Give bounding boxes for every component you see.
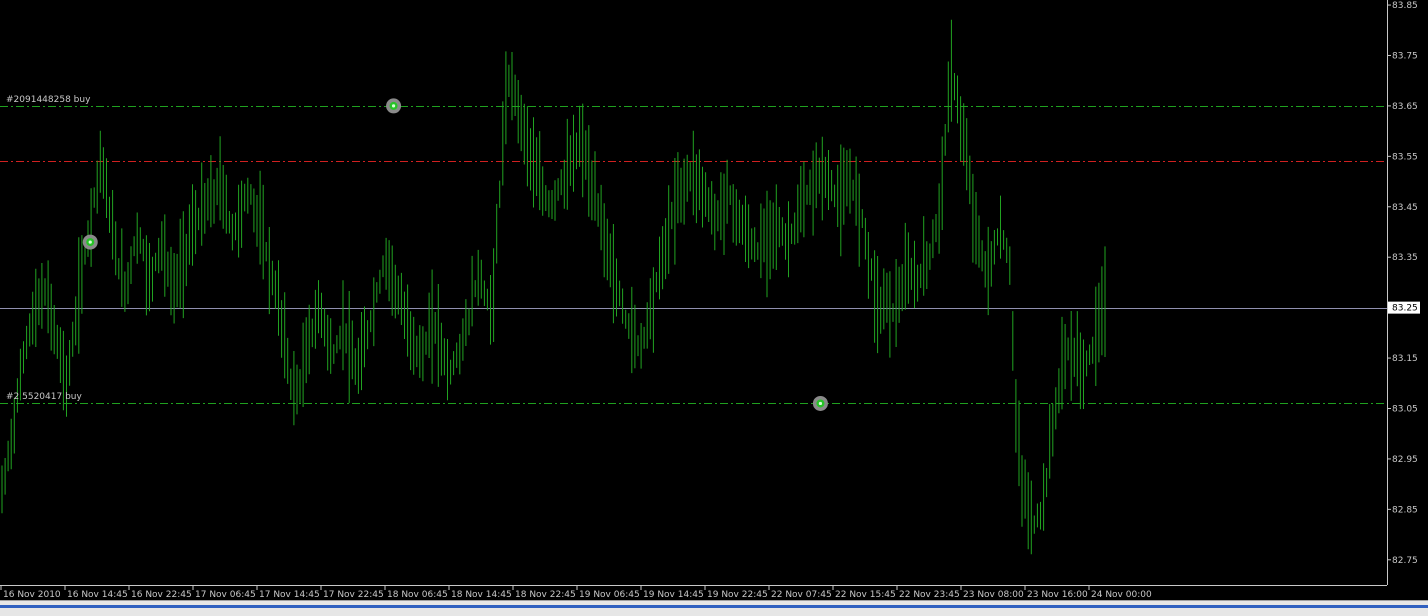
status-bar-strip <box>0 605 1428 608</box>
price-tick-label: 83.15 <box>1392 354 1418 364</box>
time-tick-label: 23 Nov 16:00 <box>1027 590 1088 600</box>
price-tick-label: 83.45 <box>1392 203 1418 213</box>
time-tick-label: 19 Nov 22:45 <box>707 590 768 600</box>
order-label-3: #2 5520417 buy <box>6 392 82 402</box>
time-tick-label: 23 Nov 08:00 <box>963 590 1024 600</box>
time-tick-label: 16 Nov 14:45 <box>67 590 128 600</box>
price-tick-label: 82.75 <box>1392 556 1418 566</box>
time-tick-label: 17 Nov 14:45 <box>259 590 320 600</box>
price-bars <box>1 19 1106 555</box>
time-tick-label: 22 Nov 07:45 <box>771 590 832 600</box>
time-tick-label: 16 Nov 22:45 <box>131 590 192 600</box>
trade-marker-center <box>818 401 823 406</box>
trade-marker-2 <box>812 395 828 411</box>
current-price-label: 83.25 <box>1392 304 1418 314</box>
time-tick-label: 18 Nov 22:45 <box>515 590 576 600</box>
time-tick-label: 17 Nov 22:45 <box>323 590 384 600</box>
order-label-0: #2091448258 buy <box>6 95 91 105</box>
axes <box>0 0 1388 586</box>
time-tick-label: 16 Nov 2010 <box>3 590 61 600</box>
time-tick-label: 18 Nov 14:45 <box>451 590 512 600</box>
time-tick-label: 22 Nov 15:45 <box>835 590 896 600</box>
time-tick-label: 22 Nov 23:45 <box>899 590 960 600</box>
status-bar <box>0 600 1428 616</box>
time-ticks: 16 Nov 2010 16 Nov 14:45 16 Nov 22:45 17 No… <box>0 585 1152 600</box>
time-tick-label: 17 Nov 06:45 <box>195 590 256 600</box>
time-tick-label: 24 Nov 00:00 <box>1091 590 1152 600</box>
price-tick-label: 83.65 <box>1392 102 1418 112</box>
trade-marker-0 <box>82 234 98 250</box>
trade-marker-center <box>88 240 92 244</box>
price-tick-label: 82.85 <box>1392 505 1418 515</box>
price-chart[interactable]: 83.85 83.75 83.65 83.55 83.45 83.35 83.25 83.15… <box>0 0 1428 600</box>
time-tick-label: 19 Nov 06:45 <box>579 590 640 600</box>
price-bars-path <box>1 19 1106 555</box>
price-ticks: 83.85 83.75 83.65 83.55 83.45 83.35 83.25 83.15… <box>1387 1 1420 566</box>
chart-window[interactable]: 83.85 83.75 83.65 83.55 83.45 83.35 83.25 83.15… <box>0 0 1428 600</box>
trade-markers <box>82 98 828 411</box>
time-tick-label: 18 Nov 06:45 <box>387 590 448 600</box>
time-tick-label: 19 Nov 14:45 <box>643 590 704 600</box>
price-tick-label: 83.75 <box>1392 51 1418 61</box>
price-tick-label: 83.35 <box>1392 253 1418 263</box>
price-tick-label: 82.95 <box>1392 455 1418 465</box>
trade-marker-1 <box>386 98 402 114</box>
trade-marker-center <box>391 104 396 108</box>
price-tick-label: 83.05 <box>1392 404 1418 414</box>
price-tick-label: 83.85 <box>1392 1 1418 11</box>
price-tick-label: 83.55 <box>1392 152 1418 162</box>
